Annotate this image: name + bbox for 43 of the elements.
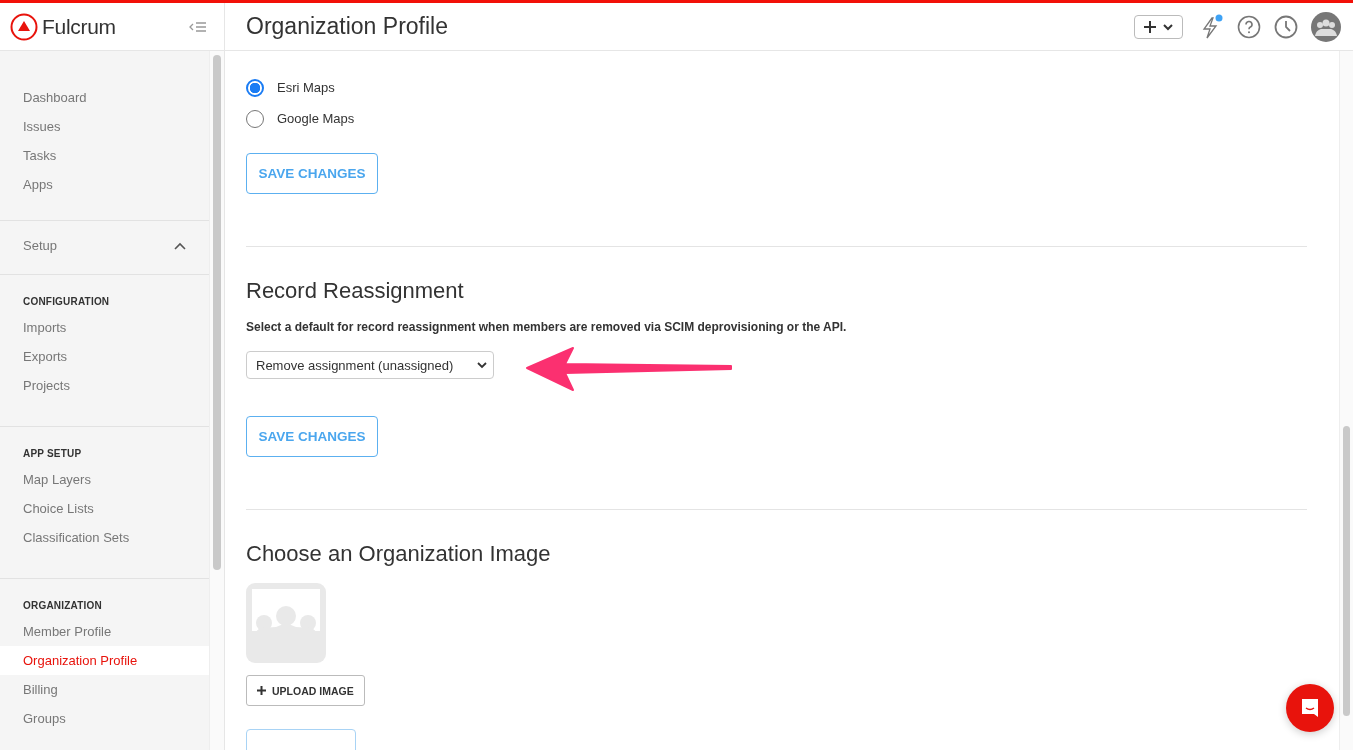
add-menu-button[interactable] [1134, 14, 1183, 39]
section-heading: ORGANIZATION [22, 599, 103, 613]
chat-icon [1299, 697, 1321, 719]
description-text: Select a default for record reassignment when members are removed via SCIM deprovisioning or the API. [246, 320, 848, 334]
section-heading: APP SETUP [22, 447, 83, 461]
sidebar-item[interactable]: Choice Lists [0, 494, 210, 523]
sidebar-item[interactable]: Groups [0, 704, 210, 733]
clock-icon[interactable] [1274, 14, 1298, 39]
page-title: Organization Profile [246, 13, 448, 40]
reassignment-dropdown[interactable]: Remove assignment (unassigned) [246, 351, 494, 379]
scrollbar-thumb[interactable] [213, 55, 222, 570]
caret-icon [477, 361, 487, 369]
scrollbar-thumb[interactable] [1343, 426, 1350, 716]
lightning-icon[interactable] [1200, 13, 1224, 40]
sidebar-item[interactable]: Apps [0, 170, 210, 199]
sidebar-item[interactable]: Tasks [0, 141, 210, 170]
app-name: Fulcrum [42, 14, 116, 39]
save-changes-button[interactable]: SAVE CHANGES [246, 153, 378, 194]
radio-option[interactable]: Esri Maps [246, 72, 1319, 103]
setup-toggle[interactable]: Setup [0, 235, 210, 257]
section-heading: CONFIGURATION [22, 295, 111, 309]
avatar-icon[interactable] [1311, 11, 1341, 42]
save-changes-button[interactable]: SAVE CHANGES [246, 416, 378, 457]
sidebar-item[interactable]: Exports [0, 342, 210, 371]
plus-icon [257, 686, 266, 695]
upload-image-button[interactable]: UPLOAD IMAGE [246, 675, 365, 706]
sidebar-item[interactable]: Imports [0, 313, 210, 342]
sidebar-item[interactable]: Projects [0, 371, 210, 400]
sidebar-item[interactable]: Issues [0, 112, 210, 141]
chat-button[interactable] [1286, 684, 1334, 732]
plus-icon [1143, 19, 1174, 34]
sidebar-item[interactable]: Dashboard [0, 83, 210, 112]
sidebar-item[interactable]: Map Layers [0, 465, 210, 494]
section-title: Choose an Organization Image [246, 541, 552, 567]
logo-icon [10, 12, 38, 41]
fulcrum-logo[interactable]: Fulcrum [10, 12, 116, 41]
section-title: Record Reassignment [246, 278, 465, 304]
help-icon[interactable] [1237, 14, 1261, 39]
sidebar-item[interactable]: Billing [0, 675, 210, 704]
sidebar-item[interactable]: Classification Sets [0, 523, 210, 552]
sidebar-item[interactable]: Organization Profile [0, 646, 210, 675]
sidebar-item[interactable]: Member Profile [0, 617, 210, 646]
radio-option[interactable]: Google Maps [246, 103, 1319, 134]
